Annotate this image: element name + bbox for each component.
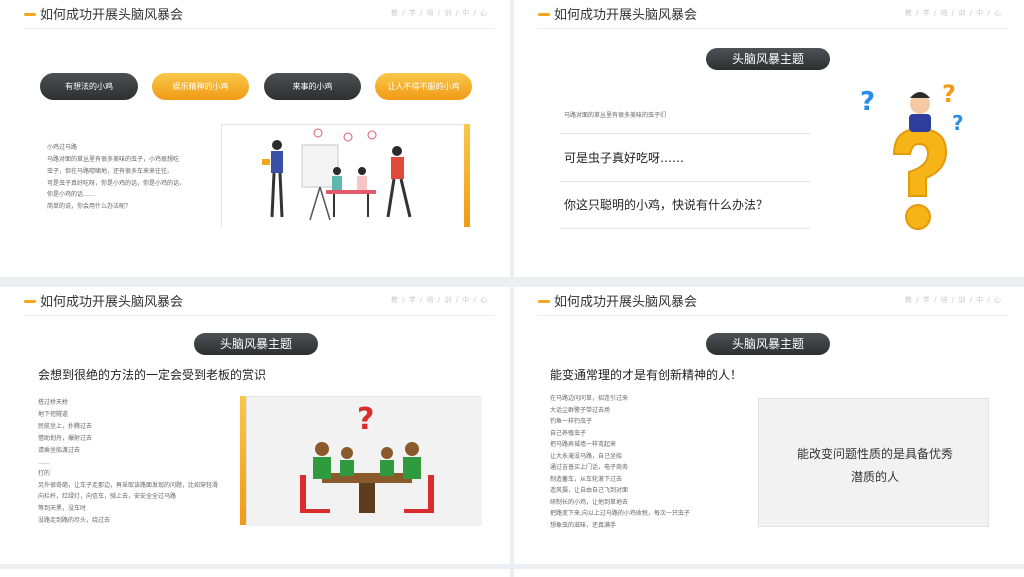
line-2: 你这只聪明的小鸡，快说有什么办法？ — [564, 198, 769, 212]
idea-line: 民航坐上，扑腾过去 — [38, 423, 93, 430]
slide-3[interactable]: 如何成功开展头脑风暴会 教 / 学 / 培 / 训 / 中 / 心 头脑风暴主题… — [0, 287, 510, 564]
quote-text: 能改变问题性质的是具备优秀潜质的人 — [796, 447, 953, 484]
meeting-table-illustration: ? — [246, 396, 482, 526]
header-divider — [538, 315, 1008, 316]
idea-line: 搭过桥天桥 — [38, 399, 69, 406]
slide-title: 如何成功开展头脑风暴会 — [554, 8, 698, 23]
pill-doer-chick: 来事的小鸡 — [264, 73, 361, 100]
slide-heading: 会想到很绝的方法的一定会受到老板的赏识 — [38, 368, 267, 382]
intro-text: 马路对面的草丛里有很多美味的虫子们 — [564, 112, 667, 119]
idea-line: 通过吉普买上门话，电子商务 — [550, 464, 629, 471]
idea-line: 把路变下来,向以上过马路的小鸡收税，每次一只虫子 — [550, 510, 690, 517]
story-line: 马路对面的草丛里有很多美味的虫子，小鸡很想吃 — [47, 156, 180, 163]
divider — [560, 228, 810, 229]
line-1: 可是虫子真好吃呀…… — [564, 151, 685, 165]
idea-line: 等到天黑，没车时 — [38, 505, 87, 512]
slide-4[interactable]: 如何成功开展头脑风暴会 教 / 学 / 培 / 训 / 中 / 心 头脑风暴主题… — [514, 287, 1024, 564]
idea-line: 想象虫的滋味，还真满手 — [550, 522, 617, 529]
idea-line: 造风摄，让自由自己飞到对面 — [550, 487, 629, 494]
slide-subtitle: 教 / 学 / 培 / 训 / 中 / 心 — [904, 296, 1002, 304]
theme-pill: 头脑风暴主题 — [706, 333, 830, 355]
slide-title: 如何成功开展头脑风暴会 — [554, 295, 698, 310]
slide-2[interactable]: 如何成功开展头脑风暴会 教 / 学 / 培 / 训 / 中 / 心 头脑风暴主题… — [514, 0, 1024, 277]
header-divider — [538, 28, 1008, 29]
image-accent-edge — [464, 124, 470, 227]
next-slide-edge — [514, 569, 1024, 577]
idea-line: 没路走到路的尽头，绕过去 — [38, 517, 111, 524]
pill-idea-chick: 有想法的小鸡 — [40, 73, 138, 100]
slide-title: 如何成功开展头脑风暴会 — [40, 295, 184, 310]
divider — [560, 181, 810, 182]
people-presenting-icon — [222, 125, 465, 228]
pill-fun-chick: 娱乐精神的小鸡 — [152, 73, 249, 100]
svg-text:?: ? — [952, 111, 964, 135]
theme-pill: 头脑风暴主题 — [194, 333, 318, 355]
question-mark-person-icon: ? ? ? — [860, 80, 964, 230]
header-divider — [24, 28, 494, 29]
idea-line: 向栏杆，红绿灯，向信车，骑上去，安安全全过马路 — [38, 493, 177, 500]
meeting-illustration — [221, 124, 465, 228]
idea-line: 在马路边问问草，招连引过来 — [550, 395, 629, 402]
header-accent — [538, 300, 550, 303]
slide-subtitle: 教 / 学 / 培 / 训 / 中 / 心 — [390, 296, 488, 304]
slide-heading: 能变通常理的才是有创新精神的人！ — [550, 368, 743, 382]
story-line: 你是小鸡的话…… — [47, 191, 96, 198]
theme-pill: 头脑风暴主题 — [706, 48, 830, 70]
header-divider — [24, 315, 494, 316]
story-line: 虫子，但在马路唿啸地，还有很多车来来往往。 — [47, 168, 174, 175]
quote-box: 能改变问题性质的是具备优秀潜质的人 — [758, 398, 989, 527]
idea-line: 借助划舟，爆射过去 — [38, 435, 93, 442]
pill-convincing-chick: 让人不得不服的小鸡 — [375, 73, 472, 100]
idea-line: 打的 — [38, 470, 51, 477]
svg-text:?: ? — [942, 80, 956, 108]
idea-line: 把马路弄城墙一样弯起来 — [550, 441, 617, 448]
header-accent — [538, 13, 550, 16]
slide-1[interactable]: 如何成功开展头脑风暴会 教 / 学 / 培 / 训 / 中 / 心 有想法的小鸡… — [0, 0, 510, 277]
next-slide-edge — [0, 569, 510, 577]
idea-line: 地下挖隧道 — [38, 411, 69, 418]
slide-title: 如何成功开展头脑风暴会 — [40, 8, 184, 23]
story-line: 小鸡过马路 — [47, 144, 78, 151]
story-line: 简单的说，你会用什么办法呢？ — [47, 203, 132, 210]
divider — [560, 133, 810, 134]
team-discussion-icon: ? — [247, 397, 482, 526]
header-accent — [24, 13, 36, 16]
idea-line: 请乘坐船渡过去 — [38, 447, 81, 454]
slide-subtitle: 教 / 学 / 培 / 训 / 中 / 心 — [904, 9, 1002, 17]
idea-line: 钓鱼一样钓虫子 — [550, 418, 593, 425]
slide-subtitle: 教 / 学 / 培 / 训 / 中 / 心 — [390, 9, 488, 17]
svg-text:?: ? — [860, 87, 875, 117]
slide-grid: 如何成功开展头脑风暴会 教 / 学 / 培 / 训 / 中 / 心 有想法的小鸡… — [0, 0, 1024, 577]
header-accent — [24, 300, 36, 303]
svg-text:?: ? — [357, 402, 374, 437]
